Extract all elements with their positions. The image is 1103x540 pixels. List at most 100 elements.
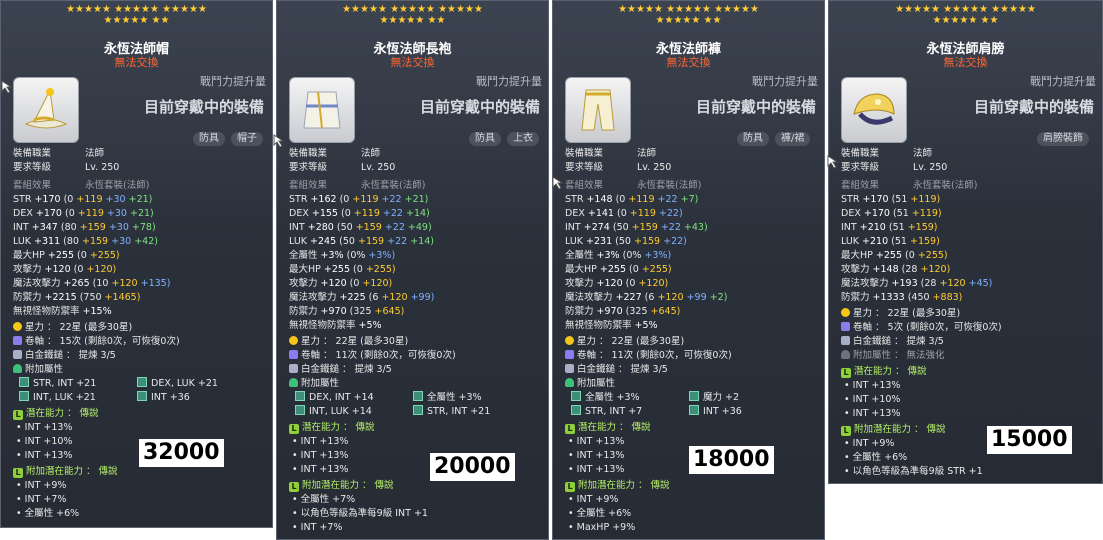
hammer-line: 白金鐵鎚 ： 提煉 3/5: [853, 336, 944, 347]
stat-list: STR +162 (0 +119 +22 +21) DEX +155 (0 +1…: [289, 193, 544, 333]
flame-bullet-icon: [689, 391, 699, 401]
stat-line: DEX +170 (51 +119): [841, 207, 1098, 221]
stat-starforce-bonus: +159: [79, 222, 106, 233]
stat-name: 無視怪物防禦率: [13, 306, 80, 317]
stat-name: 最大HP: [13, 250, 45, 261]
stat-line: DEX +141 (0 +119 +22): [565, 207, 820, 221]
stat-base: (51: [892, 208, 909, 219]
legendary-icon: L: [13, 410, 23, 420]
legendary-icon: L: [289, 424, 299, 434]
item-icon-robe: [289, 77, 355, 143]
stat-total: +311: [34, 236, 61, 247]
bonus-potential-line: 以角色等級為準每9級 INT +1: [300, 508, 428, 519]
stat-starforce-bonus: +119: [76, 194, 103, 205]
stat-base: (0: [77, 250, 87, 261]
stat-base: (750: [79, 292, 102, 303]
bonus-potential-line: MaxHP +9%: [576, 522, 636, 533]
legendary-icon: L: [13, 468, 23, 478]
stat-scroll-bonus: +22: [660, 222, 681, 233]
stat-starforce-bonus: +119): [910, 194, 941, 205]
stat-base: (0: [625, 278, 636, 289]
set-label: 套組效果: [13, 180, 52, 191]
stat-name: 無視怪物防禦率: [565, 320, 632, 331]
stat-base: (0%: [622, 250, 642, 261]
bonus-potential-label: 附加潛在能力 ： 傳說: [302, 480, 394, 491]
star-icon: [565, 336, 574, 345]
stat-scroll-bonus: +135): [140, 278, 171, 289]
stat-line: STR +148 (0 +119 +22 +7): [565, 193, 820, 207]
stat-name: LUK: [841, 236, 860, 247]
level-label: 要求等級: [565, 162, 604, 173]
stat-scroll-bonus: +30: [106, 208, 127, 219]
job-label: 裝備職業: [289, 148, 328, 159]
flame-line: STR, INT +21: [33, 378, 97, 389]
stat-line: 防禦力 +970 (325 +645): [289, 305, 544, 319]
job-label: 裝備職業: [13, 148, 52, 159]
stat-flame-bonus: +21): [404, 194, 429, 205]
scroll-icon: [565, 350, 574, 359]
bonus-potential-line: 全屬性 +7%: [300, 494, 356, 505]
flame-line: 魔力 +2: [703, 392, 740, 403]
stat-name: DEX: [13, 208, 33, 219]
stat-line: 無視怪物防禦率 +5%: [565, 319, 820, 333]
flame-label: 附加屬性: [301, 378, 340, 389]
item-icon-shoulder: [841, 77, 907, 143]
legendary-icon: L: [841, 426, 851, 436]
set-value: 永恆套裝(法師): [913, 180, 978, 191]
stat-starforce-bonus: +159): [907, 222, 938, 233]
stat-line: 最大HP +255 (0 +255): [565, 263, 820, 277]
flame-line: 全屬性 +3%: [427, 392, 482, 403]
stat-base: (0: [339, 194, 350, 205]
flame-bullet-icon: [571, 391, 581, 401]
bonus-potential-line: 全屬性 +6%: [24, 508, 80, 519]
stat-scroll-bonus: +3%): [644, 250, 672, 261]
bonus-potential-line: INT +9%: [24, 480, 67, 491]
slot-tag: 帽子: [231, 132, 263, 146]
starforce-line: 星力 ： 22星 (最多30星): [577, 336, 685, 347]
stat-name: STR: [841, 194, 860, 205]
stat-starforce-bonus: +1465): [104, 292, 141, 303]
untradeable-label: 無法交換: [390, 56, 435, 69]
stat-line: 最大HP +255 (0 +255): [841, 249, 1098, 263]
stat-starforce-bonus: +159: [631, 222, 658, 233]
stat-total: +148: [586, 194, 613, 205]
stat-line: STR +162 (0 +119 +22 +21): [289, 193, 544, 207]
stat-total: +210: [859, 222, 886, 233]
stat-base: (0: [64, 208, 75, 219]
flame-line: STR, INT +7: [585, 406, 643, 417]
stat-base: (28: [920, 278, 937, 289]
flame-bullet-icon: [295, 405, 305, 415]
flame-bullet-icon: [295, 391, 305, 401]
stat-line: 防禦力 +1333 (450 +883): [841, 291, 1098, 305]
equipped-label: 目前穿戴中的裝備: [143, 98, 264, 116]
stat-starforce-bonus: +119: [353, 208, 380, 219]
stat-base: (50: [612, 222, 629, 233]
stat-name: 防禦力: [565, 306, 594, 317]
stat-total: +255: [47, 250, 74, 261]
slot-tag: 上衣: [507, 132, 539, 146]
stat-name: 魔法攻擊力: [565, 292, 613, 303]
stat-scroll-bonus: +30: [111, 236, 132, 247]
stat-base: (28: [901, 264, 918, 275]
stat-line: STR +170 (51 +119): [841, 193, 1098, 207]
level-value: Lv. 250: [85, 162, 120, 173]
robe-icon: [303, 91, 341, 129]
stat-flame-bonus: +42): [134, 236, 158, 247]
star-rating: ★★★★★ ★★★★★ ★★★★★ ★★★★★ ★★: [342, 4, 483, 26]
stat-name: 最大HP: [289, 264, 321, 275]
glove-cursor-icon: [273, 134, 284, 148]
stat-base: (0: [353, 264, 363, 275]
flame-bullet-icon: [19, 391, 29, 401]
bonus-potential-line: INT +9%: [852, 438, 895, 449]
wizard-hat-icon: [24, 88, 68, 129]
stat-scroll-bonus: +99): [410, 292, 435, 303]
flame-label: 附加屬性: [25, 364, 64, 375]
scroll-line: 卷軸 ： 11次 (剩餘0次，可恢復0次): [301, 350, 456, 361]
stat-flame-bonus: +49): [407, 222, 432, 233]
stat-total: +265: [63, 278, 90, 289]
stat-line: LUK +311 (80 +159 +30 +42): [13, 235, 268, 249]
flame-line: DEX, INT +14: [309, 392, 374, 403]
legendary-icon: L: [841, 368, 851, 378]
star-rating: ★★★★★ ★★★★★ ★★★★★ ★★★★★ ★★: [895, 4, 1036, 26]
stat-line: DEX +155 (0 +119 +22 +14): [289, 207, 544, 221]
